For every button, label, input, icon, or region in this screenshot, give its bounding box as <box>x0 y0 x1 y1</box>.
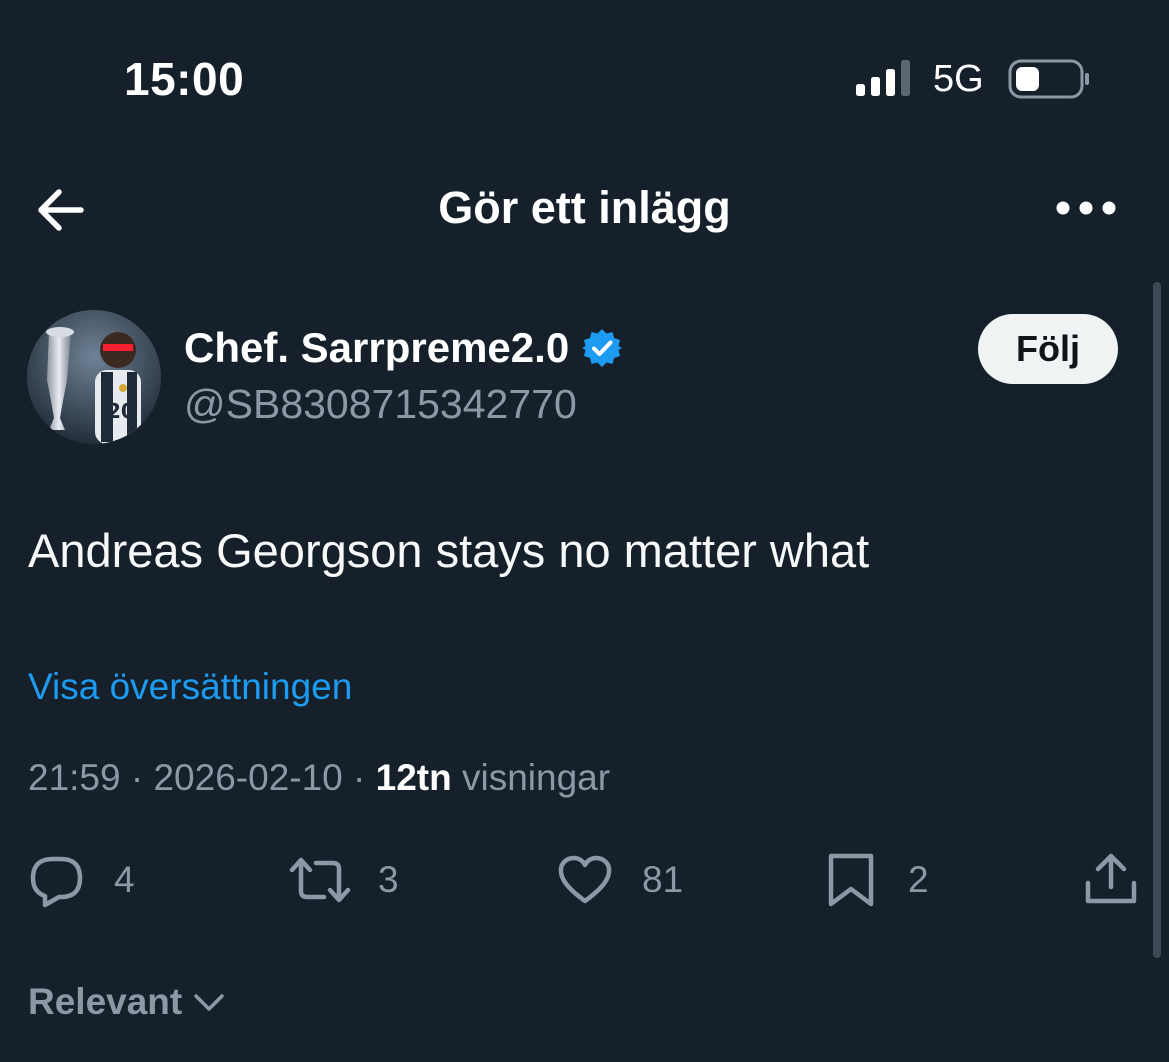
show-translation-link[interactable]: Visa översättningen <box>28 664 352 710</box>
separator: · <box>120 757 154 798</box>
scrollbar-thumb[interactable] <box>1153 282 1161 958</box>
repost-count: 3 <box>378 859 399 900</box>
repost-icon <box>289 857 351 903</box>
reply-sort-selector[interactable]: Relevant <box>28 978 226 1026</box>
author-display-name[interactable]: Chef. Sarrpreme2.0 <box>184 322 623 374</box>
signal-icon <box>856 60 910 96</box>
tweet-time: 21:59 <box>28 757 121 798</box>
avatar[interactable]: 20 <box>27 310 161 444</box>
like-icon <box>558 855 612 904</box>
network-type: 5G <box>933 58 984 100</box>
like-count: 81 <box>642 859 684 900</box>
like-button[interactable]: 81 <box>556 852 683 908</box>
author-handle[interactable]: @SB8308715342770 <box>184 380 577 428</box>
scrollbar[interactable] <box>1151 282 1163 958</box>
sort-label: Relevant <box>28 981 183 1022</box>
page-title: Gör ett inlägg <box>438 182 731 233</box>
follow-button[interactable]: Följ <box>978 314 1118 384</box>
more-options-icon <box>1056 201 1116 215</box>
chevron-down-icon <box>194 994 224 1011</box>
repost-button[interactable]: 3 <box>286 852 399 908</box>
share-button[interactable] <box>1082 852 1140 908</box>
reply-count: 4 <box>114 859 135 900</box>
bookmark-button[interactable]: 2 <box>822 852 929 908</box>
separator: · <box>342 757 376 798</box>
views-label: visningar <box>462 757 611 798</box>
bookmark-count: 2 <box>908 859 929 900</box>
tweet-metadata: 21:59 · 2026-02-10 · 12tn visningar <box>28 755 610 801</box>
tweet-text: Andreas Georgson stays no matter what <box>28 524 870 577</box>
reply-button[interactable]: 4 <box>28 852 135 908</box>
author-name-text: Chef. Sarrpreme2.0 <box>184 324 570 371</box>
views-count: 12tn <box>375 757 452 798</box>
avatar-image: 20 <box>27 310 161 444</box>
more-options-button[interactable] <box>1048 182 1124 234</box>
svg-text:20: 20 <box>107 399 135 423</box>
battery-icon <box>1008 59 1089 99</box>
verified-badge-icon <box>582 329 623 367</box>
status-time: 15:00 <box>124 53 245 105</box>
bookmark-icon <box>828 853 874 907</box>
tweet-date: 2026-02-10 <box>153 757 343 798</box>
reply-icon <box>30 856 83 908</box>
share-icon <box>1085 853 1137 904</box>
